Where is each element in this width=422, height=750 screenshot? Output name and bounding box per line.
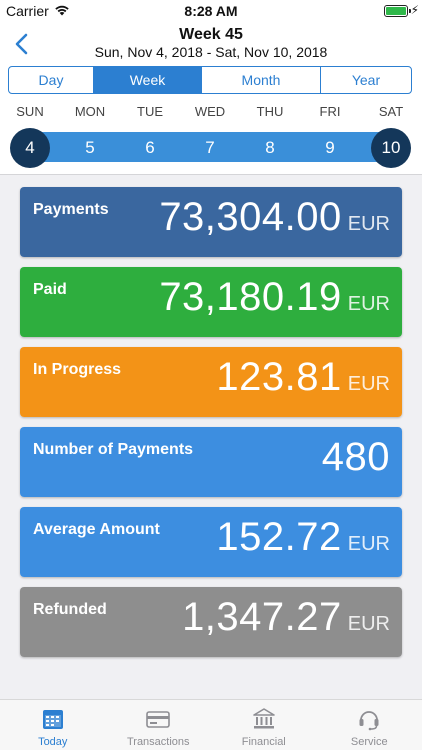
headset-icon — [359, 711, 379, 731]
card-count: 480 — [321, 435, 390, 479]
page-title: Week 45 — [179, 26, 243, 43]
card-value: 123.81 EUR — [216, 355, 390, 400]
card-value: 152.72 EUR — [216, 515, 390, 560]
segment-week[interactable]: Week — [94, 67, 202, 93]
card-value: 73,180.19 EUR — [159, 275, 390, 320]
card-amount: 1,347.27 — [182, 595, 342, 639]
segment-day[interactable]: Day — [9, 67, 94, 93]
date-sun[interactable]: 4 — [10, 128, 50, 168]
card-amount: 73,304.00 — [159, 195, 342, 239]
tab-bar: Today Transactions Financial Service — [0, 699, 422, 750]
payments-card[interactable]: Payments 73,304.00 EUR — [20, 187, 402, 257]
weekday-sat: SAT — [378, 104, 404, 119]
card-amount: 123.81 — [216, 355, 342, 399]
in-progress-card[interactable]: In Progress 123.81 EUR — [20, 347, 402, 417]
weekday-mon: MON — [74, 104, 106, 119]
date-mon[interactable]: 5 — [70, 128, 110, 168]
calendar-icon — [42, 710, 63, 729]
navigation-bar: Week 45 Sun, Nov 4, 2018 - Sat, Nov 10, … — [0, 24, 422, 64]
weekday-sun: SUN — [16, 104, 44, 119]
card-label: Refunded — [33, 601, 107, 618]
card-currency: EUR — [347, 533, 390, 555]
date-tue[interactable]: 6 — [130, 128, 170, 168]
card-label: Paid — [33, 281, 67, 298]
card-value: 480 — [322, 435, 390, 480]
card-icon — [146, 711, 171, 728]
card-label: Payments — [33, 201, 109, 218]
card-currency: EUR — [347, 613, 390, 635]
card-label: Number of Payments — [33, 441, 194, 458]
date-thu[interactable]: 8 — [250, 128, 290, 168]
card-currency: EUR — [347, 213, 390, 235]
date-sat[interactable]: 10 — [371, 128, 411, 168]
charging-icon: ⚡ — [410, 3, 419, 17]
card-currency: EUR — [347, 293, 390, 315]
paid-card[interactable]: Paid 73,180.19 EUR — [20, 267, 402, 337]
weekday-labels: SUN MON TUE WED THU FRI SAT — [0, 104, 422, 120]
card-label: Average Amount — [33, 521, 160, 538]
tab-today[interactable]: Today — [0, 700, 106, 750]
card-value: 73,304.00 EUR — [159, 195, 390, 240]
card-currency: EUR — [347, 373, 390, 395]
weekday-tue: TUE — [137, 104, 163, 119]
average-amount-card[interactable]: Average Amount 152.72 EUR — [20, 507, 402, 577]
tab-service[interactable]: Service — [317, 700, 422, 750]
card-amount: 152.72 — [216, 515, 342, 559]
date-wed[interactable]: 7 — [190, 128, 230, 168]
refunded-card[interactable]: Refunded 1,347.27 EUR — [20, 587, 402, 657]
date-range-subtitle: Sun, Nov 4, 2018 - Sat, Nov 10, 2018 — [94, 44, 328, 60]
week-date-selector: 4 5 6 7 8 9 10 — [0, 128, 422, 168]
segment-month[interactable]: Month — [202, 67, 321, 93]
weekday-fri: FRI — [319, 104, 341, 119]
tab-financial[interactable]: Financial — [211, 700, 317, 750]
tab-label: Transactions — [126, 736, 190, 748]
segment-year[interactable]: Year — [321, 67, 411, 93]
weekday-wed: WED — [194, 104, 226, 119]
card-value: 1,347.27 EUR — [182, 595, 390, 640]
tab-label: Service — [350, 736, 388, 748]
status-bar: Carrier 8:28 AM ⚡ — [0, 0, 422, 22]
period-segmented-control: Day Week Month Year — [8, 66, 412, 94]
card-amount: 73,180.19 — [159, 275, 342, 319]
clock: 8:28 AM — [184, 3, 238, 19]
card-label: In Progress — [33, 361, 122, 378]
bank-icon — [252, 708, 275, 729]
battery-icon — [384, 5, 411, 17]
tab-label: Financial — [241, 736, 286, 748]
tab-transactions[interactable]: Transactions — [106, 700, 212, 750]
date-fri[interactable]: 9 — [310, 128, 350, 168]
summary-panel: Payments 73,304.00 EUR Paid 73,180.19 EU… — [0, 174, 422, 699]
tab-label: Today — [38, 736, 68, 748]
number-of-payments-card[interactable]: Number of Payments 480 — [20, 427, 402, 497]
weekday-thu: THU — [256, 104, 284, 119]
